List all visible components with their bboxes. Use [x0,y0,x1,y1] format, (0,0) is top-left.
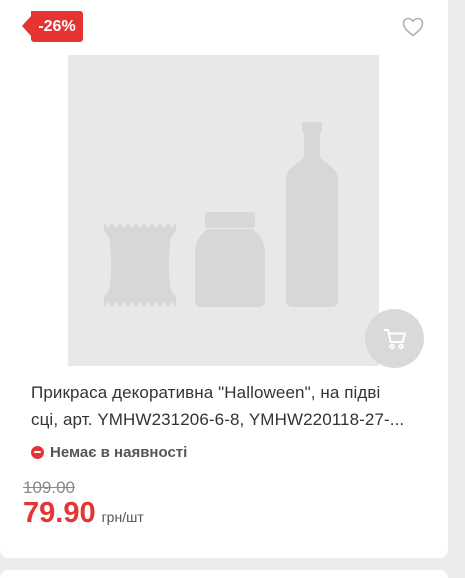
price-unit: грн/шт [101,509,144,525]
stock-status: Немає в наявності [31,442,187,462]
product-placeholder-image[interactable] [68,55,379,366]
next-product-card-edge [0,570,448,578]
add-to-cart-button[interactable] [365,309,424,368]
favorite-heart-icon[interactable] [402,17,424,37]
jar-body-shape [195,229,265,307]
old-price: 109.00 [23,478,75,497]
product-title-line[interactable]: сці, арт. YMHW231206-6-8, YMHW220118-27-… [31,406,426,433]
jar-lid-shape [205,212,255,228]
product-card[interactable]: -26% Прикраса декоративна "Halloween", н… [0,0,448,558]
stock-status-text: Немає в наявності [50,443,188,461]
cart-icon [383,328,406,349]
bottle-cap-shape [302,122,322,133]
minus-circle-icon [31,445,44,459]
product-title-line[interactable]: Прикраса декоративна "Halloween", на під… [31,379,426,406]
product-title-link[interactable]: Прикраса декоративна "Halloween", на під… [31,379,426,433]
discount-badge: -26% [22,11,83,42]
bottle-body-shape [286,133,338,307]
current-price: 79.90 [23,497,96,529]
packet-shape [104,223,176,307]
price-row: 79.90 грн/шт [23,497,144,530]
